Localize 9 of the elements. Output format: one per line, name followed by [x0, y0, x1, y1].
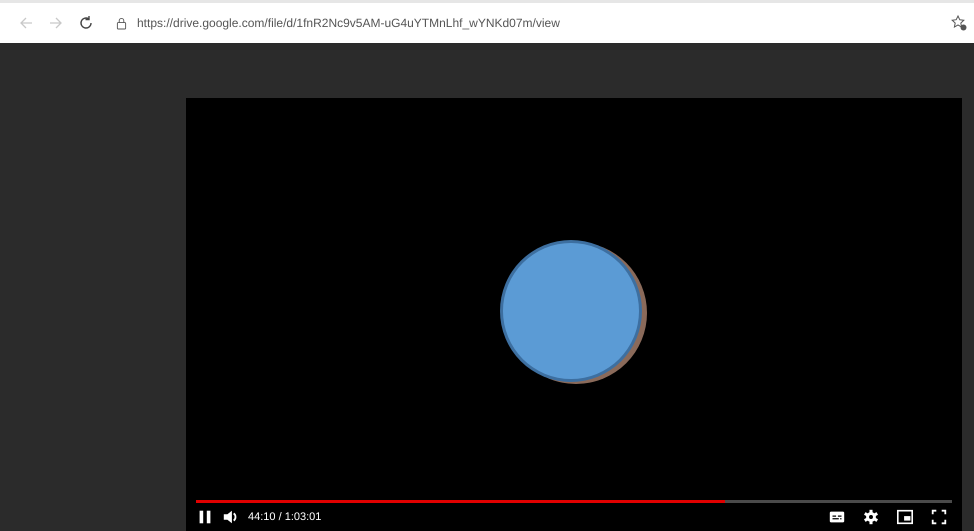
lock-icon: [116, 16, 127, 30]
fullscreen-icon[interactable]: [930, 508, 948, 526]
settings-icon[interactable]: [862, 508, 880, 526]
time-display: 44:10 / 1:03:01: [248, 511, 322, 523]
url-text: https://drive.google.com/file/d/1fnR2Nc9v5AM-uG4uYTMnLhf_wYNKd07m/view: [137, 16, 560, 30]
favorite-icon[interactable]: [950, 14, 968, 32]
miniplayer-icon[interactable]: [896, 508, 914, 526]
refresh-icon[interactable]: [78, 15, 94, 31]
video-player[interactable]: 44:10 / 1:03:01: [186, 98, 962, 531]
